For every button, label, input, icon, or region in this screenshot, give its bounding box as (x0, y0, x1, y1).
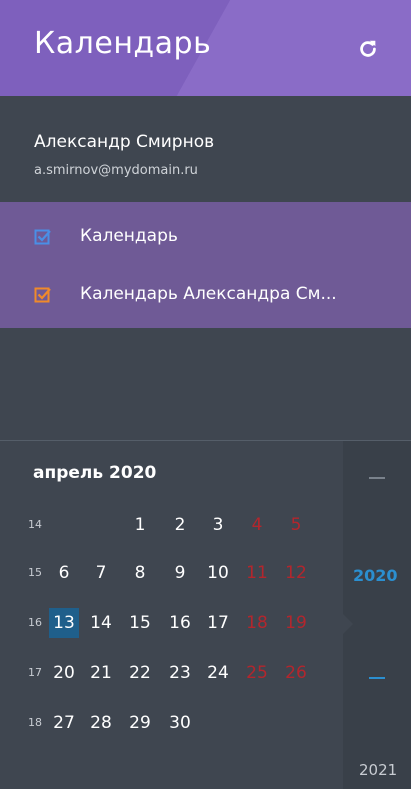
account-name: Александр Смирнов (34, 132, 215, 152)
day-cell[interactable]: 24 (203, 658, 233, 688)
day-cell[interactable]: 17 (203, 608, 233, 638)
day-cell[interactable]: 12 (281, 558, 311, 588)
checkbox-checked-icon[interactable] (34, 286, 52, 304)
day-cell[interactable]: 23 (165, 658, 195, 688)
year-column: 2020 2021 (343, 441, 411, 789)
app-header: Календарь (0, 0, 411, 96)
day-cell[interactable]: 18 (242, 608, 272, 638)
day-cell-today[interactable]: 13 (49, 608, 79, 638)
year-up-button[interactable] (369, 477, 385, 479)
week-number: 15 (28, 566, 42, 579)
day-cell[interactable]: 29 (125, 708, 155, 738)
day-cell[interactable]: 20 (49, 658, 79, 688)
day-cell[interactable]: 3 (203, 510, 233, 540)
day-cell[interactable]: 22 (125, 658, 155, 688)
calendar-list: Календарь Календарь Александра См... (0, 202, 411, 328)
day-cell[interactable]: 16 (165, 608, 195, 638)
day-cell[interactable]: 15 (125, 608, 155, 638)
day-cell[interactable]: 5 (281, 510, 311, 540)
year-down-button[interactable] (369, 677, 385, 679)
day-cell[interactable]: 2 (165, 510, 195, 540)
day-cell[interactable]: 9 (165, 558, 195, 588)
day-cell[interactable]: 19 (281, 608, 311, 638)
app-title: Календарь (34, 26, 212, 61)
day-cell[interactable]: 21 (86, 658, 116, 688)
year-current[interactable]: 2020 (353, 566, 398, 585)
empty-area (0, 328, 411, 440)
calendar-item-main[interactable]: Календарь (0, 214, 411, 260)
day-cell[interactable]: 7 (86, 558, 116, 588)
day-cell[interactable]: 27 (49, 708, 79, 738)
mini-calendar: апрель 2020 14 1 2 3 4 5 15 6 7 8 9 10 11 12 16 13 14 15 1… (0, 441, 343, 789)
day-cell[interactable]: 8 (125, 558, 155, 588)
refresh-icon (360, 40, 376, 57)
month-title[interactable]: апрель 2020 (33, 463, 156, 483)
selection-pointer (343, 614, 353, 634)
day-cell[interactable]: 10 (203, 558, 233, 588)
day-cell[interactable]: 26 (281, 658, 311, 688)
day-cell[interactable]: 4 (242, 510, 272, 540)
day-cell[interactable]: 6 (49, 558, 79, 588)
week-number: 17 (28, 666, 42, 679)
refresh-button[interactable] (352, 33, 384, 65)
week-number: 16 (28, 616, 42, 629)
day-cell[interactable]: 1 (125, 510, 155, 540)
day-cell[interactable]: 28 (86, 708, 116, 738)
day-cell[interactable]: 25 (242, 658, 272, 688)
calendar-item-label: Календарь Александра См... (80, 284, 337, 304)
day-cell[interactable]: 30 (165, 708, 195, 738)
account-email: a.smirnov@mydomain.ru (34, 163, 198, 178)
checkbox-checked-icon[interactable] (34, 228, 52, 246)
year-next[interactable]: 2021 (359, 761, 397, 779)
day-cell[interactable]: 11 (242, 558, 272, 588)
week-number: 14 (28, 518, 42, 531)
day-cell[interactable]: 14 (86, 608, 116, 638)
calendar-item-shared[interactable]: Календарь Александра См... (0, 272, 411, 318)
account-section: Александр Смирнов a.smirnov@mydomain.ru (0, 96, 411, 202)
calendar-item-label: Календарь (80, 226, 178, 246)
week-number: 18 (28, 716, 42, 729)
